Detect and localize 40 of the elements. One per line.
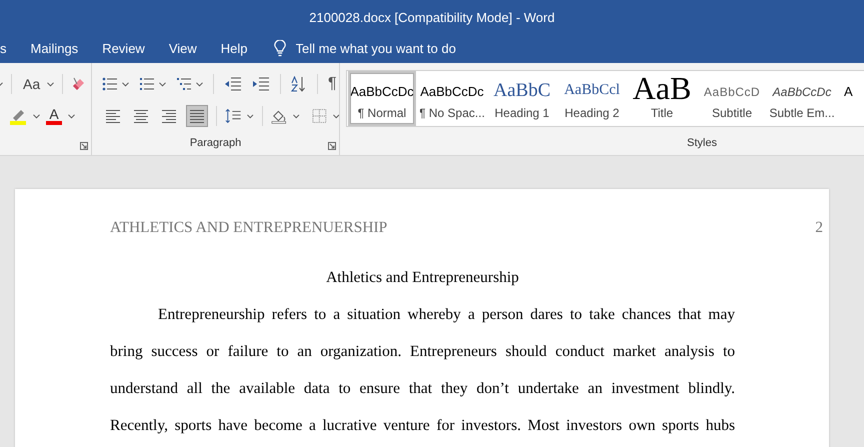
tell-me-field[interactable]: Tell me what you want to do xyxy=(294,40,488,57)
ribbon-tab[interactable]: View xyxy=(156,34,209,63)
multilevel-list-icon[interactable] xyxy=(176,77,192,91)
ribbon-tab[interactable]: Mailings xyxy=(18,34,90,63)
align-button[interactable] xyxy=(186,105,208,127)
lightbulb-icon xyxy=(274,40,286,57)
window-title: 2100028.docx [Compatibility Mode] - Word xyxy=(309,10,555,24)
line-spacing-icon[interactable] xyxy=(224,108,242,124)
style-item[interactable]: A xyxy=(838,71,864,126)
sort-icon[interactable] xyxy=(291,76,307,92)
style-item[interactable]: AaBbCcD Subtitle xyxy=(698,71,766,126)
highlighter-icon[interactable] xyxy=(9,107,27,125)
bullet-list-icon[interactable] xyxy=(102,77,118,91)
change-case-button[interactable]: Aa xyxy=(20,73,44,95)
ribbon-tab[interactable]: Review xyxy=(90,34,157,63)
decrease-indent-icon[interactable] xyxy=(224,77,242,91)
borders-icon[interactable] xyxy=(312,108,327,124)
style-item[interactable]: AaBbCcl Heading 2 xyxy=(558,71,626,126)
style-item[interactable]: AaB Title xyxy=(628,71,696,126)
show-formatting-button[interactable]: ¶ xyxy=(328,75,337,93)
body-text-line: Entrepreneurship refers to a situation whereby a person dares to take chances that may xyxy=(157,306,735,324)
document-title: Athletics and Entrepreneurship xyxy=(326,269,519,286)
font-color-button[interactable]: A xyxy=(46,108,62,124)
dialog-launcher-icon[interactable] xyxy=(328,142,336,150)
ribbon-tab[interactable]: Help xyxy=(208,34,260,63)
dialog-launcher-icon[interactable] xyxy=(80,142,88,150)
paint-bucket-icon[interactable] xyxy=(270,108,288,124)
body-text-line: bring success or failure to an organization. Entrepreneurs should conduct market analysis to xyxy=(110,343,735,361)
ribbon-tab[interactable]: s xyxy=(0,34,18,63)
increase-indent-icon[interactable] xyxy=(252,77,270,91)
page-number: 2 xyxy=(815,219,823,237)
style-item[interactable]: AaBbCcDc ¶ Normal xyxy=(348,71,416,126)
group-label: Styles xyxy=(686,137,718,151)
group-label: Paragraph xyxy=(188,137,242,151)
style-item[interactable]: AaBbC Heading 1 xyxy=(488,71,556,126)
body-text-line: understand all the available data to ensure that they don’t undertake an investment blindly. xyxy=(110,380,735,398)
body-text-line: Recently, sports have become a lucrative venture for investors. Most investors own sports hubs xyxy=(110,417,735,435)
running-head: ATHLETICS AND ENTREPRENUERSHIP xyxy=(110,219,388,237)
style-item[interactable]: AaBbCcDc Subtle Em... xyxy=(768,71,836,126)
numbered-list-icon[interactable] xyxy=(139,77,155,91)
